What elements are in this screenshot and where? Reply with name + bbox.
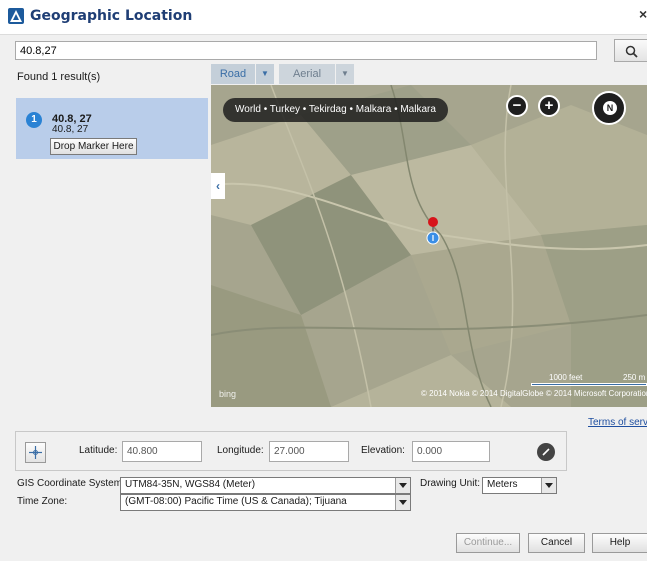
result-index-badge: 1 — [26, 112, 42, 128]
window-title: Geographic Location — [30, 8, 193, 24]
search-row — [0, 36, 647, 62]
gis-coordinate-system-select[interactable]: UTM84-35N, WGS84 (Meter) — [120, 477, 411, 494]
compass-control[interactable]: N — [592, 91, 626, 125]
longitude-label: Longitude: — [217, 445, 264, 456]
bing-logo: bing — [219, 389, 237, 399]
collapse-panel-button[interactable]: ‹ — [211, 173, 225, 199]
zoom-in-button[interactable]: + — [538, 95, 560, 117]
drawing-unit-value: Meters — [487, 479, 518, 490]
chevron-down-icon[interactable] — [541, 478, 556, 493]
drop-marker-button[interactable]: Drop Marker Here — [50, 138, 137, 155]
drawing-unit-select[interactable]: Meters — [482, 477, 557, 494]
aerial-imagery — [211, 85, 647, 407]
clear-coordinates-button[interactable] — [537, 443, 555, 461]
pick-location-button[interactable] — [25, 442, 46, 463]
chevron-down-icon[interactable] — [395, 478, 410, 493]
longitude-field[interactable] — [269, 441, 349, 462]
gis-coordinate-system-label: GIS Coordinate System: — [17, 478, 125, 489]
continue-button[interactable]: Continue... — [456, 533, 520, 553]
close-icon[interactable]: × — [639, 6, 647, 22]
chevron-down-icon[interactable] — [395, 495, 410, 510]
search-icon — [625, 45, 638, 58]
latitude-label: Latitude: — [79, 445, 118, 456]
app-icon — [8, 8, 24, 24]
zoom-out-button[interactable]: − — [506, 95, 528, 117]
title-bar: Geographic Location × — [0, 0, 647, 35]
coordinate-panel: Latitude: Longitude: Elevation: — [15, 431, 567, 471]
crosshair-icon — [29, 446, 42, 459]
results-count: Found 1 result(s) — [17, 71, 101, 83]
clear-icon — [542, 448, 550, 456]
road-dropdown-icon[interactable]: ▼ — [256, 64, 274, 84]
compass-north-icon: N — [603, 101, 617, 115]
cancel-button[interactable]: Cancel — [528, 533, 585, 553]
map-type-tabs: Road ▼ Aerial ▼ — [211, 62, 354, 84]
time-zone-select[interactable]: (GMT-08:00) Pacific Time (US & Canada); … — [120, 494, 411, 511]
time-zone-value: (GMT-08:00) Pacific Time (US & Canada); … — [125, 496, 347, 507]
scale-meters-label: 250 m — [623, 373, 646, 382]
tab-road[interactable]: Road — [211, 64, 255, 84]
terms-of-service-link[interactable]: Terms of service — [588, 417, 647, 428]
result-item[interactable]: 1 40.8, 27 40.8, 27 Drop Marker Here — [16, 98, 208, 159]
help-button[interactable]: Help — [592, 533, 647, 553]
elevation-label: Elevation: — [361, 445, 405, 456]
map-breadcrumb[interactable]: World • Turkey • Tekirdag • Malkara • Ma… — [223, 98, 448, 122]
aerial-dropdown-icon[interactable]: ▼ — [336, 64, 354, 84]
location-pin-icon[interactable] — [425, 216, 441, 246]
time-zone-label: Time Zone: — [17, 496, 68, 507]
scale-feet-label: 1000 feet — [549, 373, 583, 382]
gis-coordinate-system-value: UTM84-35N, WGS84 (Meter) — [125, 479, 256, 490]
drawing-unit-label: Drawing Unit: — [420, 478, 481, 489]
search-button[interactable] — [614, 39, 647, 62]
map-copyright: © 2014 Nokia © 2014 DigitalGlobe © 2014 … — [421, 389, 647, 398]
map-view[interactable]: World • Turkey • Tekirdag • Malkara • Ma… — [211, 85, 647, 407]
elevation-field[interactable] — [412, 441, 490, 462]
result-subtitle: 40.8, 27 — [52, 124, 89, 135]
latitude-field[interactable] — [122, 441, 202, 462]
scale-bar — [531, 383, 647, 386]
search-input[interactable] — [15, 41, 597, 60]
map-scale: 1000 feet 250 m — [531, 373, 647, 387]
tab-aerial[interactable]: Aerial — [279, 64, 335, 84]
